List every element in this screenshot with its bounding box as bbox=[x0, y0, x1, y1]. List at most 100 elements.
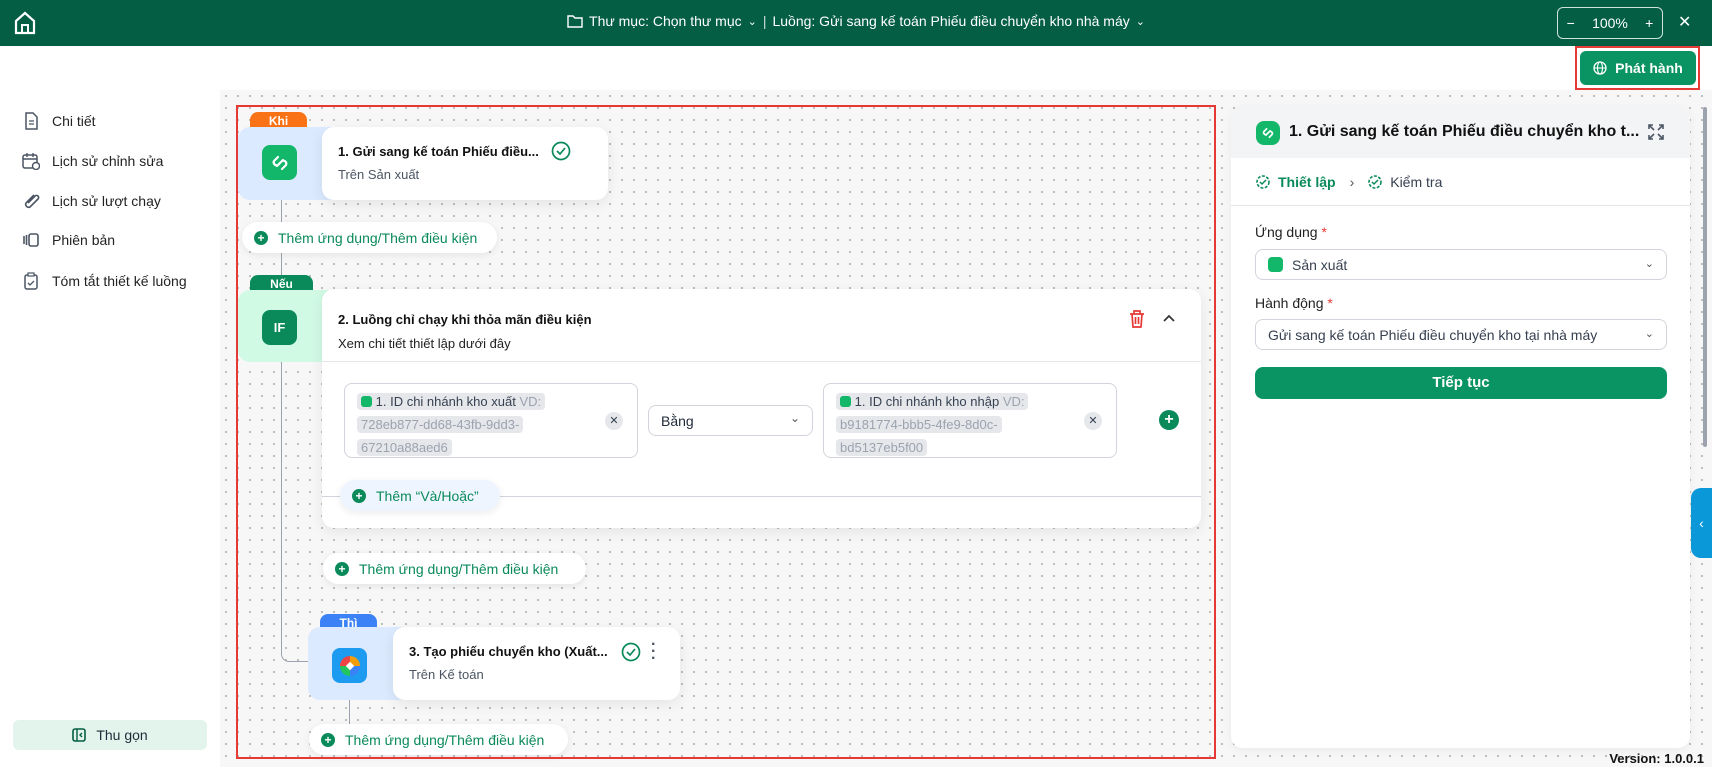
version-label: Version: 1.0.0.1 bbox=[1609, 751, 1704, 766]
chevron-up-icon[interactable] bbox=[1162, 313, 1176, 323]
action-select[interactable]: Gửi sang kế toán Phiếu điều chuyển kho t… bbox=[1255, 319, 1667, 350]
publish-button[interactable]: Phát hành bbox=[1580, 51, 1696, 85]
action-node[interactable]: 3. Tạo phiếu chuyển kho (Xuất... Trên Kế… bbox=[393, 627, 680, 700]
check-circle-icon bbox=[1368, 175, 1383, 189]
sidebar-item-label: Lịch sử chỉnh sửa bbox=[52, 153, 164, 169]
add-step-label: Thêm ứng dụng/Thêm điều kiện bbox=[345, 731, 545, 748]
sample-value: 67210a88aed6 bbox=[357, 439, 452, 456]
chevron-right-icon: › bbox=[1349, 174, 1355, 190]
zoom-out-button[interactable]: − bbox=[1567, 15, 1575, 31]
add-and-or-button[interactable]: + Thêm “Và/Hoặc” bbox=[340, 480, 500, 511]
right-operand-field[interactable]: 1. ID chi nhánh kho nhập VD: b9181774-bb… bbox=[823, 383, 1117, 458]
sample-value: b9181774-bbb5-4fe9-8d0c- bbox=[836, 416, 1002, 433]
sidebar-item-label: Lịch sử lượt chạy bbox=[52, 193, 161, 209]
collapse-icon bbox=[72, 728, 87, 742]
step-test-tab[interactable]: Kiểm tra bbox=[1390, 174, 1442, 190]
plus-icon: + bbox=[254, 230, 268, 245]
connector-line bbox=[349, 700, 350, 724]
top-bar: Thư mục: Chọn thư mục ⌄ | Luồng: Gửi san… bbox=[0, 0, 1712, 46]
add-step-button[interactable]: + Thêm ứng dụng/Thêm điều kiện bbox=[309, 724, 568, 755]
sidebar-item-details[interactable]: Chi tiết bbox=[22, 112, 96, 130]
check-circle-icon bbox=[551, 141, 571, 161]
flow-name-selector[interactable]: Luồng: Gửi sang kế toán Phiếu điều chuyể… bbox=[772, 13, 1129, 29]
continue-button[interactable]: Tiếp tục bbox=[1255, 367, 1667, 399]
trash-icon[interactable] bbox=[1128, 309, 1146, 329]
close-button[interactable]: ✕ bbox=[1678, 12, 1691, 32]
step-setup-tab[interactable]: Thiết lập bbox=[1278, 174, 1336, 190]
folder-selector[interactable]: Thư mục: Chọn thư mục bbox=[589, 13, 742, 29]
chevron-down-icon: ⌄ bbox=[1644, 258, 1654, 270]
versions-icon bbox=[23, 233, 39, 247]
sidebar-item-label: Chi tiết bbox=[52, 113, 96, 129]
app-select-value: Sản xuất bbox=[1292, 256, 1348, 273]
left-operand-field[interactable]: 1. ID chi nhánh kho xuất VD: 728eb877-dd… bbox=[344, 383, 638, 458]
sidebar-item-edit-history[interactable]: Lịch sử chỉnh sửa bbox=[22, 152, 163, 170]
if-icon: IF bbox=[262, 310, 297, 345]
node-title: 1. Gửi sang kế toán Phiếu điều... bbox=[338, 144, 539, 159]
production-app-icon bbox=[840, 396, 851, 407]
production-app-icon bbox=[1256, 121, 1280, 145]
variable-chip: 1. ID chi nhánh kho xuất VD: bbox=[357, 393, 546, 410]
calendar-clock-icon bbox=[22, 153, 40, 170]
chevron-down-icon: ⌄ bbox=[1644, 328, 1654, 340]
panel-header: 1. Gửi sang kế toán Phiếu điều chuyển kh… bbox=[1231, 107, 1690, 158]
divider bbox=[1231, 205, 1690, 206]
production-app-icon bbox=[361, 396, 372, 407]
publish-label: Phát hành bbox=[1615, 60, 1683, 76]
sidebar-item-label: Phiên bản bbox=[52, 232, 116, 248]
sidebar-item-versions[interactable]: Phiên bản bbox=[22, 231, 115, 249]
paperclip-icon bbox=[24, 194, 40, 209]
action-bar bbox=[0, 46, 1712, 90]
clear-icon[interactable]: ✕ bbox=[1084, 412, 1102, 430]
folder-icon bbox=[567, 15, 583, 28]
app-select[interactable]: Sản xuất ⌄ bbox=[1255, 249, 1667, 280]
add-step-button[interactable]: + Thêm ứng dụng/Thêm điều kiện bbox=[323, 553, 586, 584]
operator-select[interactable]: Bằng ⌄ bbox=[648, 405, 813, 436]
add-and-or-label: Thêm “Và/Hoặc” bbox=[376, 487, 479, 504]
plus-icon: + bbox=[335, 561, 349, 576]
sample-value: bd5137eb5f00 bbox=[836, 439, 928, 456]
node-title: 2. Luồng chỉ chạy khi thỏa mãn điều kiện bbox=[338, 312, 592, 327]
clear-icon[interactable]: ✕ bbox=[605, 412, 623, 430]
add-step-label: Thêm ứng dụng/Thêm điều kiện bbox=[278, 229, 478, 246]
node-subtitle: Trên Kế toán bbox=[409, 667, 484, 682]
globe-icon bbox=[1593, 61, 1607, 75]
sidebar-item-flow-summary[interactable]: Tóm tắt thiết kế luồng bbox=[22, 272, 187, 290]
accounting-app-icon bbox=[332, 648, 367, 683]
plus-icon: + bbox=[321, 732, 335, 747]
add-step-label: Thêm ứng dụng/Thêm điều kiện bbox=[359, 560, 559, 577]
zoom-level: 100% bbox=[1592, 15, 1628, 31]
node-subtitle: Xem chi tiết thiết lập dưới đây bbox=[338, 336, 511, 351]
connector-line bbox=[281, 362, 308, 662]
sample-value: 728eb877-dd68-43fb-9dd3- bbox=[357, 416, 524, 433]
clipboard-icon bbox=[24, 272, 38, 290]
collapse-button[interactable]: Thu gọn bbox=[13, 720, 207, 750]
scrollbar[interactable] bbox=[1703, 107, 1707, 447]
chevron-down-icon: ⌄ bbox=[789, 411, 800, 425]
trigger-node[interactable]: 1. Gửi sang kế toán Phiếu điều... Trên S… bbox=[322, 127, 608, 200]
action-select-value: Gửi sang kế toán Phiếu điều chuyển kho t… bbox=[1268, 326, 1598, 343]
step-config-panel: 1. Gửi sang kế toán Phiếu điều chuyển kh… bbox=[1231, 107, 1690, 748]
zoom-control: − 100% + bbox=[1557, 7, 1663, 39]
chevron-down-icon[interactable]: ⌄ bbox=[1136, 15, 1145, 28]
panel-toggle-tab[interactable]: ‹ bbox=[1691, 488, 1712, 558]
check-circle-icon bbox=[621, 642, 641, 662]
expand-icon[interactable] bbox=[1648, 124, 1664, 140]
steps-nav: Thiết lập › Kiểm tra bbox=[1256, 174, 1442, 190]
production-app-icon bbox=[1268, 257, 1283, 272]
add-condition-icon[interactable]: + bbox=[1159, 410, 1179, 430]
node-title: 3. Tạo phiếu chuyển kho (Xuất... bbox=[409, 644, 608, 659]
collapse-label: Thu gọn bbox=[96, 727, 148, 743]
chevron-down-icon[interactable]: ⌄ bbox=[748, 15, 757, 28]
divider bbox=[322, 361, 1201, 362]
zoom-in-button[interactable]: + bbox=[1645, 15, 1653, 31]
app-field-label: Ứng dụng * bbox=[1255, 224, 1327, 240]
document-icon bbox=[25, 112, 38, 130]
add-step-button[interactable]: + Thêm ứng dụng/Thêm điều kiện bbox=[242, 222, 497, 253]
operator-value: Bằng bbox=[661, 412, 694, 429]
sidebar-item-label: Tóm tắt thiết kế luồng bbox=[52, 273, 187, 289]
more-options-icon[interactable]: · · · bbox=[651, 637, 656, 667]
sidebar-item-run-history[interactable]: Lịch sử lượt chạy bbox=[22, 192, 161, 210]
panel-title: 1. Gửi sang kế toán Phiếu điều chuyển kh… bbox=[1289, 123, 1640, 140]
plus-icon: + bbox=[352, 488, 366, 503]
